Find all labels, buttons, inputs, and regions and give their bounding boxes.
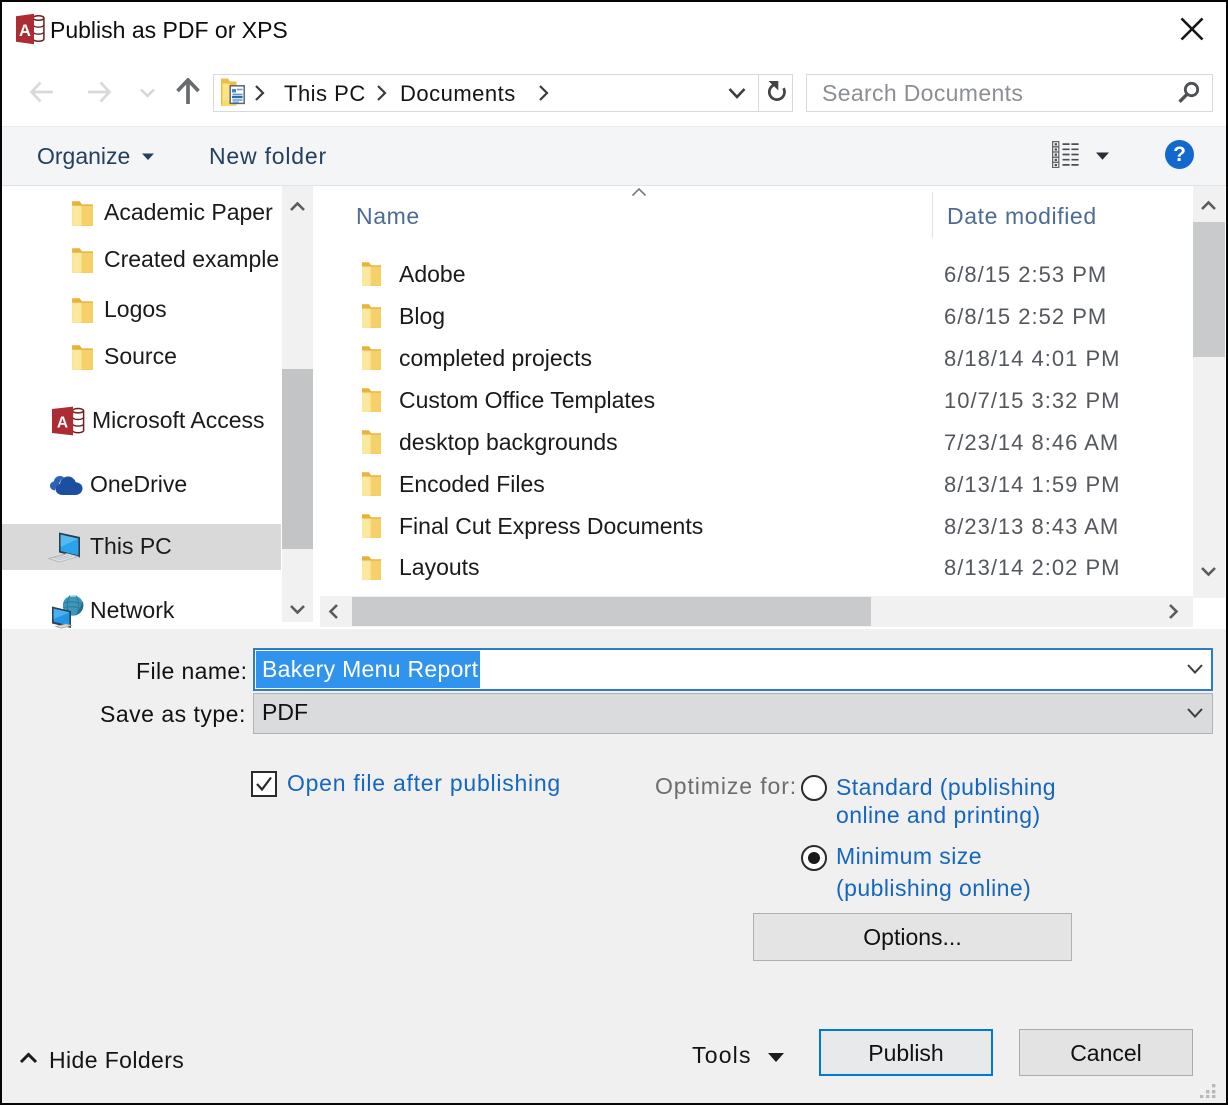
svg-text:A: A: [19, 22, 31, 40]
svg-text:A: A: [57, 415, 68, 432]
